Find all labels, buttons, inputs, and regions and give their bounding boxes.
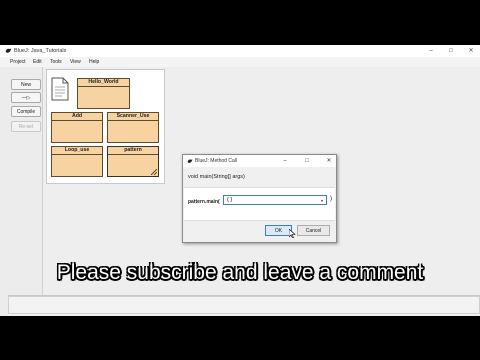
title-bar: BlueJ: Java_Tutorials – □ ✕	[0, 45, 480, 57]
resize-handle-icon[interactable]	[151, 169, 157, 175]
dialog-maximize-button[interactable]: □	[300, 155, 314, 167]
history-dropdown-button[interactable]: ▾	[318, 195, 327, 205]
menu-edit[interactable]: Edit	[33, 59, 42, 65]
dialog-minimize-button[interactable]: –	[278, 155, 292, 167]
dialog-title: BlueJ: Method Call	[195, 158, 237, 164]
class-box-pattern[interactable]: pattern	[107, 146, 159, 177]
method-call-dialog: BlueJ: Method Call – □ ✕ void main(Strin…	[182, 154, 337, 243]
class-box-hello-world[interactable]: Hello_World	[77, 78, 130, 109]
argument-input[interactable]: { }	[223, 195, 323, 205]
status-message-area	[8, 296, 480, 314]
method-signature: void main(String[] args)	[188, 174, 245, 180]
cancel-button[interactable]: Cancel	[297, 225, 330, 236]
class-name: Hello_World	[78, 79, 129, 87]
menu-help[interactable]: Help	[89, 59, 99, 65]
dialog-title-bar: BlueJ: Method Call – □ ✕	[183, 155, 336, 167]
maximize-button[interactable]: □	[444, 45, 458, 57]
bluej-bird-icon	[187, 159, 193, 163]
minimize-button[interactable]: –	[424, 45, 438, 57]
window-title: BlueJ: Java_Tutorials	[14, 48, 67, 54]
video-subtitle: Please subscribe and leave a comment	[56, 261, 424, 284]
class-box-add[interactable]: Add	[51, 112, 103, 143]
closing-paren: )	[330, 196, 332, 202]
ok-button[interactable]: OK	[265, 225, 292, 236]
class-box-scanner-use[interactable]: Scanner_Use	[107, 112, 159, 143]
class-name: Loop_use	[52, 147, 102, 155]
method-call-label: pattern.main(	[188, 199, 220, 205]
menu-tools[interactable]: Tools	[50, 59, 62, 65]
compile-button[interactable]: Compile	[11, 106, 41, 117]
readme-document-icon[interactable]	[51, 77, 69, 101]
new-class-button[interactable]: New Class...	[11, 79, 41, 99]
dialog-close-button[interactable]: ✕	[322, 155, 336, 167]
menu-bar: Project Edit Tools View Help	[0, 57, 480, 67]
class-name: pattern	[108, 147, 158, 155]
menu-project[interactable]: Project	[10, 59, 26, 65]
bluej-bird-icon	[5, 48, 12, 53]
mouse-cursor-icon	[289, 229, 296, 238]
menu-view[interactable]: View	[70, 59, 81, 65]
parameter-panel: pattern.main( { } ▾ )	[184, 187, 335, 221]
new-arrow-button[interactable]: —▷	[11, 92, 41, 103]
reset-button: Re-set	[11, 121, 41, 132]
class-name: Scanner_Use	[108, 113, 158, 121]
close-button[interactable]: ✕	[464, 45, 478, 57]
class-box-loop-use[interactable]: Loop_use	[51, 146, 103, 177]
class-name: Add	[52, 113, 102, 121]
